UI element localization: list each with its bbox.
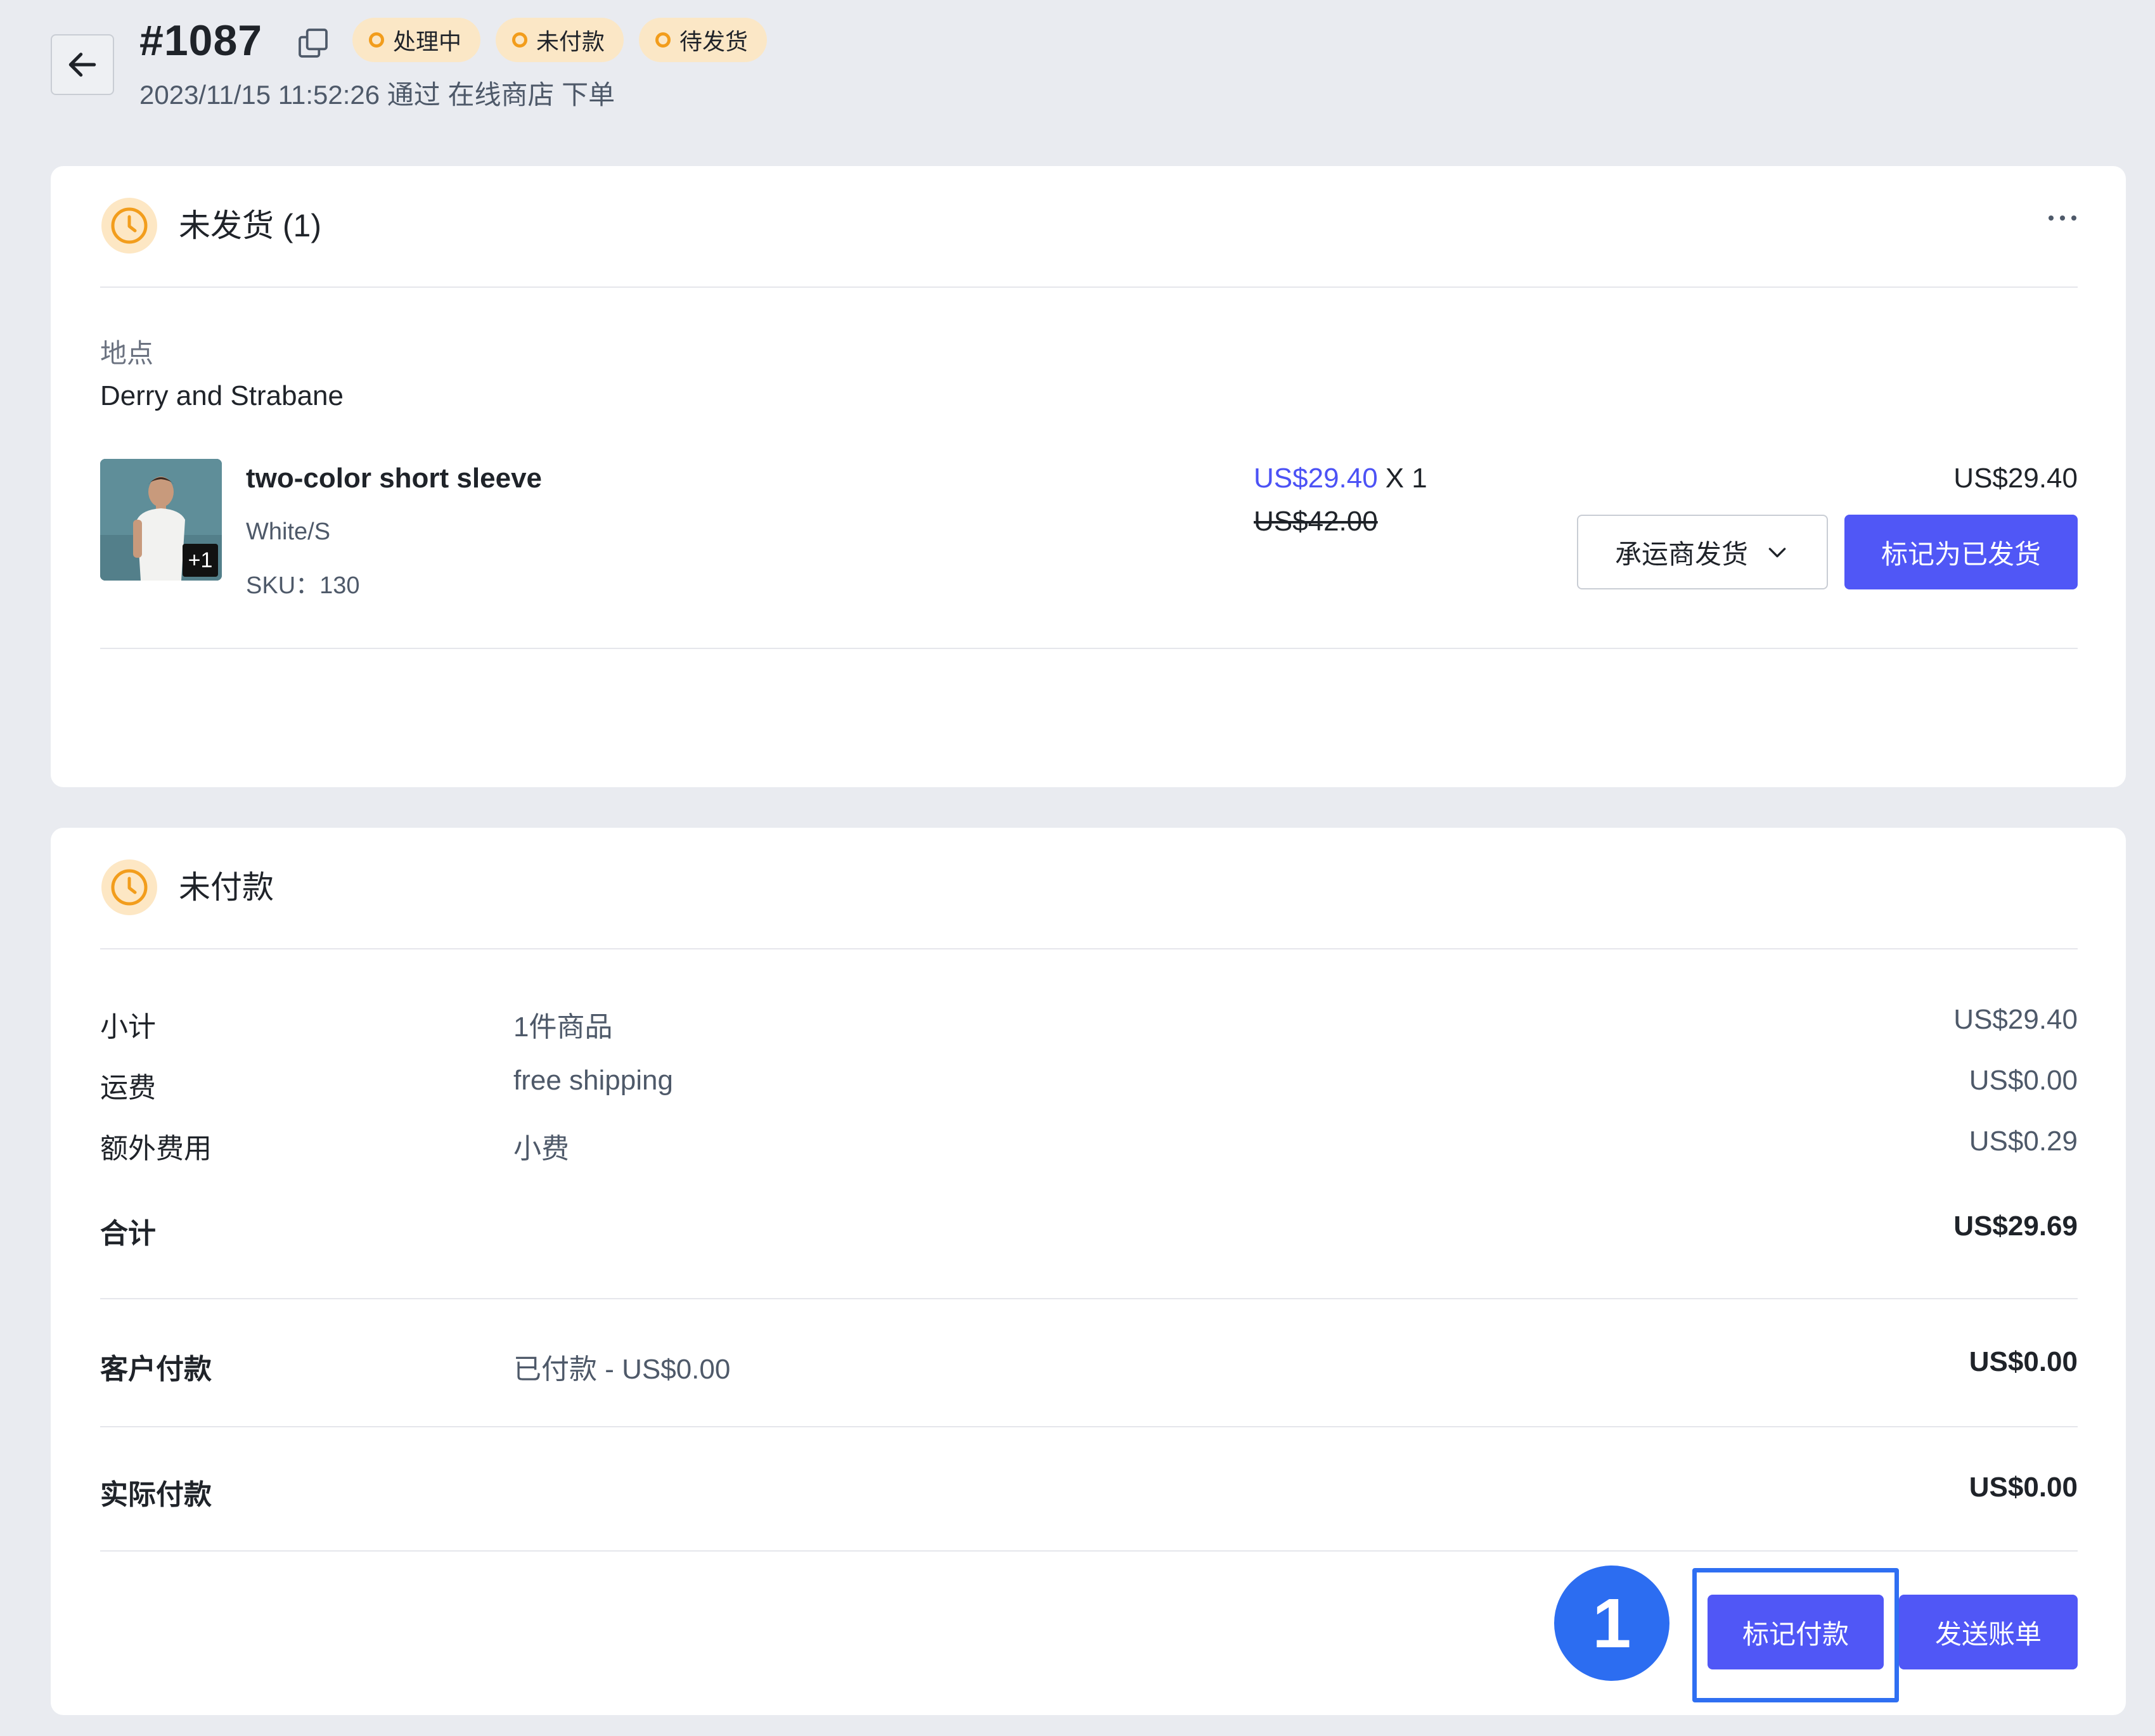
row-detail: 小费 — [513, 1133, 569, 1164]
annotation-highlight-box — [1692, 1568, 1899, 1702]
line-total: US$29.40 — [1953, 463, 2078, 494]
row-detail: 已付款 - US$0.00 — [513, 1354, 731, 1385]
payment-title: 未付款 — [179, 870, 274, 905]
more-options-icon[interactable] — [2047, 214, 2078, 222]
row-label: 小计 — [100, 1012, 156, 1043]
back-button[interactable] — [51, 34, 114, 95]
status-badge-processing: 处理中 — [352, 18, 481, 62]
row-amount: US$29.40 — [1953, 1004, 2078, 1035]
order-meta: 2023/11/15 11:52:26 通过 在线商店 下单 — [139, 80, 615, 110]
row-label: 实际付款 — [100, 1479, 212, 1510]
product-sku: SKU：130 — [246, 572, 360, 599]
chevron-down-icon — [1768, 548, 1786, 558]
status-badge-unpaid: 未付款 — [496, 18, 624, 62]
mark-shipped-button[interactable]: 标记为已发货 — [1844, 515, 2078, 589]
product-name[interactable]: two-color short sleeve — [246, 463, 542, 494]
actual-payment-row: 实际付款 US$0.00 — [100, 1472, 2078, 1510]
location-value: Derry and Strabane — [100, 380, 344, 411]
divider — [100, 1550, 2078, 1552]
product-variant: White/S — [246, 518, 331, 545]
order-number: #1087 — [139, 16, 263, 65]
clock-icon — [101, 198, 157, 254]
row-amount: US$0.00 — [1969, 1472, 2078, 1503]
divider — [100, 1298, 2078, 1299]
subtotal-row: 小计 1件商品 US$29.40 — [100, 1004, 2078, 1043]
row-label: 客户付款 — [100, 1354, 212, 1385]
unit-price-line: US$29.40 X 1 — [1254, 463, 1427, 494]
total-row: 合计 US$29.69 — [100, 1211, 2078, 1249]
carrier-ship-button[interactable]: 承运商发货 — [1577, 515, 1828, 589]
divider — [100, 648, 2078, 649]
status-dot-icon — [512, 32, 528, 48]
arrow-left-icon — [68, 53, 96, 77]
payment-card-header: 未付款 — [100, 858, 274, 916]
divider — [100, 1426, 2078, 1427]
row-amount: US$0.29 — [1969, 1126, 2078, 1157]
status-dot-icon — [369, 32, 384, 48]
location-label: 地点 — [100, 338, 154, 368]
original-price: US$42.00 — [1254, 506, 1378, 537]
fulfillment-title: 未发货 (1) — [179, 208, 321, 243]
row-amount: US$0.00 — [1969, 1346, 2078, 1377]
clock-icon — [101, 859, 157, 915]
shipping-row: 运费 free shipping US$0.00 — [100, 1065, 2078, 1103]
item-quantity: X 1 — [1385, 463, 1427, 494]
row-label: 额外费用 — [100, 1133, 212, 1164]
status-dot-icon — [655, 32, 671, 48]
copy-icon[interactable] — [295, 25, 331, 64]
product-thumbnail[interactable]: +1 — [100, 459, 222, 581]
row-amount: US$29.69 — [1953, 1211, 2078, 1242]
divider — [100, 948, 2078, 949]
row-detail: free shipping — [513, 1065, 673, 1096]
customer-payment-row: 客户付款 已付款 - US$0.00 US$0.00 — [100, 1346, 2078, 1385]
row-label: 运费 — [100, 1072, 156, 1103]
row-detail: 1件商品 — [513, 1012, 613, 1043]
extra-fees-row: 额外费用 小费 US$0.29 — [100, 1126, 2078, 1164]
row-amount: US$0.00 — [1969, 1065, 2078, 1096]
fulfillment-card: 未发货 (1) 地点 Derry and Strabane +1 two-col… — [51, 166, 2126, 787]
send-bill-button[interactable]: 发送账单 — [1899, 1595, 2078, 1669]
sale-price: US$29.40 — [1254, 463, 1378, 494]
annotation-step-badge: 1 — [1554, 1566, 1669, 1681]
payment-card: 未付款 小计 1件商品 US$29.40 运费 free shipping US… — [51, 828, 2126, 1715]
status-badge-unfulfilled: 待发货 — [639, 18, 768, 62]
row-label: 合计 — [100, 1218, 156, 1249]
divider — [100, 286, 2078, 288]
fulfillment-card-header: 未发货 (1) — [100, 196, 321, 255]
extra-images-badge: +1 — [183, 544, 218, 577]
status-badges: 处理中 未付款 待发货 — [352, 18, 768, 62]
